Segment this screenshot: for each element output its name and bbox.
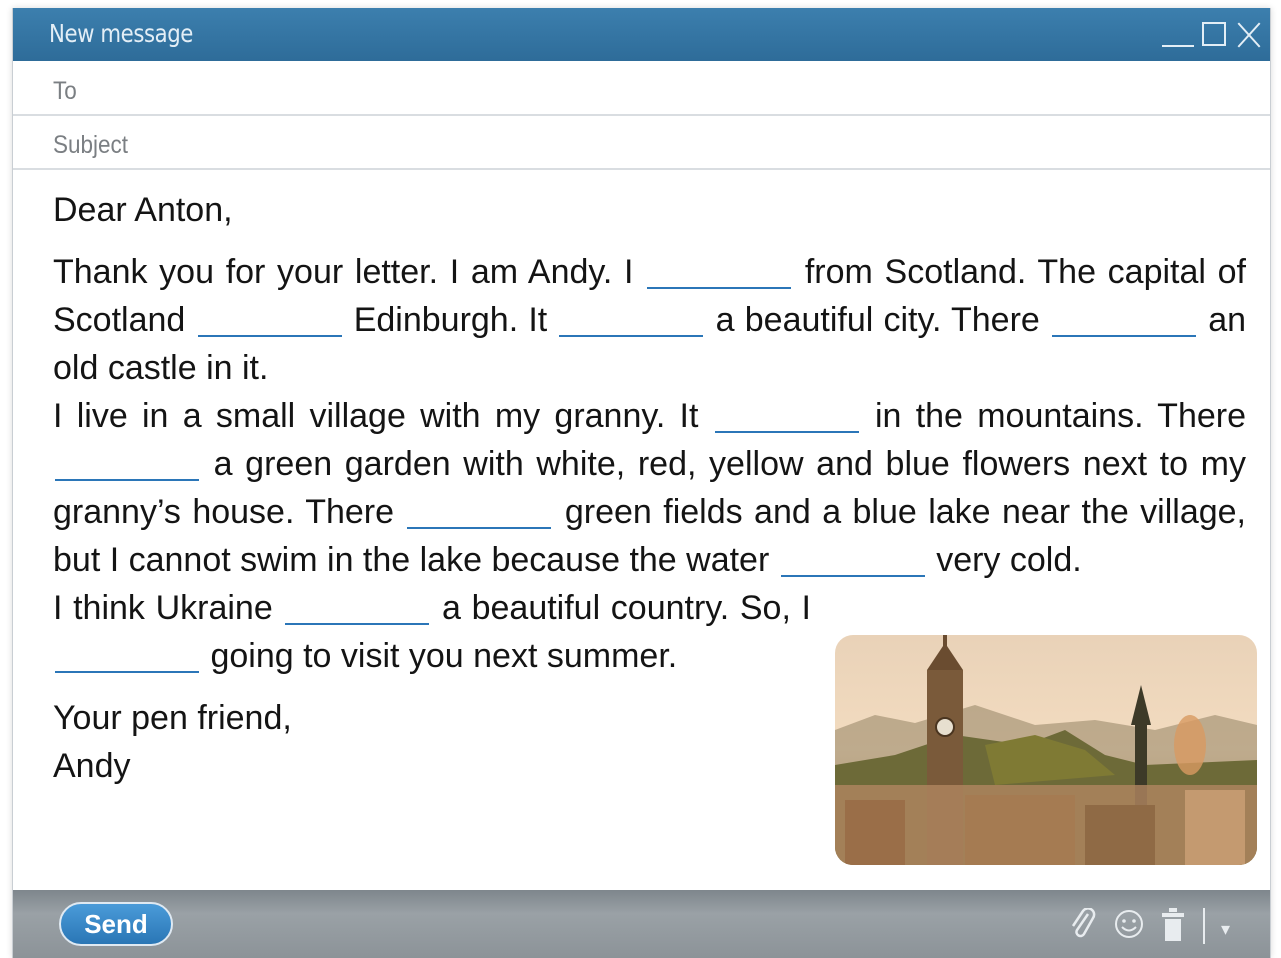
blank-8[interactable] [780, 541, 925, 577]
paragraph-2: I live in a small village with my granny… [53, 397, 1246, 579]
trash-icon[interactable] [1161, 908, 1185, 948]
paragraph-1: Thank you for your letter. I am Andy. I … [53, 253, 1247, 387]
title-bar: New message [13, 8, 1270, 61]
paragraph-3: I think Ukraine a beautiful country. So,… [53, 589, 812, 675]
dropdown-arrow-icon[interactable]: ▾ [1221, 914, 1230, 944]
send-button[interactable]: Send [59, 902, 173, 946]
greeting: Dear Anton, [53, 191, 233, 229]
blank-10[interactable] [55, 637, 199, 673]
paperclip-icon[interactable] [1070, 907, 1096, 946]
subject-field[interactable]: Subject [13, 117, 1270, 170]
maximize-icon[interactable] [1202, 22, 1226, 46]
blank-2[interactable] [197, 301, 342, 337]
bottom-toolbar: Send ▾ [13, 890, 1270, 958]
blank-5[interactable] [714, 397, 859, 433]
toolbar-separator [1203, 908, 1205, 944]
blank-7[interactable] [407, 493, 552, 529]
blank-4[interactable] [1052, 301, 1196, 337]
smiley-icon[interactable] [1113, 908, 1145, 946]
window-title: New message [49, 19, 193, 48]
minimize-icon[interactable] [1160, 22, 1194, 48]
blank-6[interactable] [55, 445, 199, 481]
new-message-window: New message To Subject Dear Anton, Thank… [12, 8, 1271, 958]
blank-1[interactable] [647, 253, 792, 289]
blank-9[interactable] [285, 589, 430, 625]
subject-label: Subject [53, 131, 129, 159]
to-field[interactable]: To [13, 63, 1270, 116]
blank-3[interactable] [559, 301, 704, 337]
close-icon[interactable] [1235, 22, 1263, 48]
edinburgh-photo [835, 635, 1257, 865]
to-label: To [53, 77, 77, 105]
